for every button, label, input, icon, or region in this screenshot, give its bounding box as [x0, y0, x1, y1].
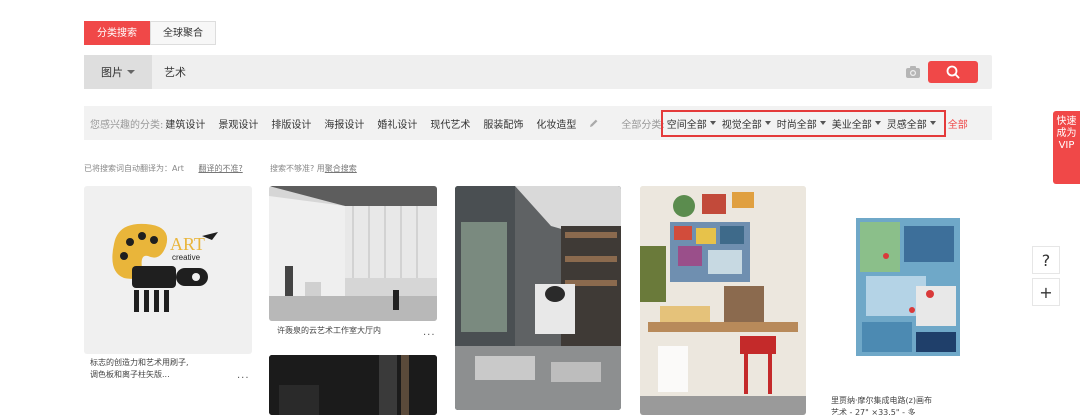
search-type-label: 图片	[101, 66, 123, 79]
all-categories-label: 全部分类:	[621, 119, 665, 131]
pencil-icon[interactable]	[589, 118, 599, 128]
category-link[interactable]: 海报设计	[324, 116, 364, 131]
category-link[interactable]: 排版设计	[271, 116, 311, 131]
result-caption: 许轰泉的云艺术工作室大厅内	[277, 325, 427, 337]
category-link[interactable]: 婚礼设计	[377, 116, 417, 131]
more-options-icon[interactable]: ...	[423, 327, 436, 338]
search-mode-tabs: 分类搜索 全球聚合	[84, 21, 216, 45]
add-icon[interactable]: +	[1032, 278, 1060, 306]
camera-icon[interactable]	[906, 66, 920, 78]
become-vip-button[interactable]: 快速成为VIP	[1053, 111, 1080, 184]
result-image-card[interactable]	[826, 186, 992, 391]
filter-fashion-dropdown[interactable]: 时尚全部	[777, 116, 826, 131]
help-icon[interactable]: ?	[1032, 246, 1060, 274]
category-link[interactable]: 景观设计	[218, 116, 258, 131]
logo-creative-text: creative	[172, 253, 201, 262]
chevron-down-icon	[709, 121, 716, 125]
dark-studio-image	[269, 355, 437, 415]
tab-category-search[interactable]: 分类搜索	[84, 21, 150, 45]
logo-art-text: ART	[170, 234, 205, 254]
result-caption: 标志的创造力和艺术用刷子, 调色板和离子柱矢版...	[90, 357, 240, 381]
chevron-down-icon	[127, 70, 135, 74]
filter-label: 空间全部	[666, 119, 707, 131]
filter-label: 时尚全部	[776, 119, 817, 131]
more-options-icon[interactable]: ...	[237, 370, 250, 381]
caption-line: 艺术 - 27" ×33.5" - 多	[831, 408, 916, 415]
all-filter-link[interactable]: 全部	[948, 116, 968, 131]
search-input[interactable]	[152, 55, 906, 89]
search-button[interactable]	[928, 61, 978, 83]
category-link[interactable]: 化妆造型	[536, 116, 576, 131]
search-bar: 图片	[84, 55, 992, 89]
caption-line: 许轰泉的云艺术工作室大厅内	[277, 326, 381, 335]
search-type-dropdown[interactable]: 图片	[84, 55, 152, 89]
category-filter-group: 空间全部 视觉全部 时尚全部 美业全部 灵感全部	[660, 109, 946, 137]
filter-label: 美业全部	[831, 119, 872, 131]
filter-inspiration-dropdown[interactable]: 灵感全部	[887, 116, 936, 131]
chevron-down-icon	[929, 121, 936, 125]
result-image-card[interactable]	[269, 355, 437, 415]
category-bar: 您感兴趣的分类: 建筑设计 景观设计 排版设计 海报设计 婚礼设计 现代艺术 服…	[84, 106, 992, 140]
aggregate-search-link[interactable]: 聚合搜索	[325, 164, 357, 173]
chevron-down-icon	[764, 121, 771, 125]
result-image-card[interactable]	[269, 186, 437, 321]
interest-category-label: 您感兴趣的分类:	[90, 119, 164, 131]
result-image-card[interactable]	[640, 186, 806, 415]
art-palette-logo-image: ART creative	[112, 223, 218, 312]
filter-label: 灵感全部	[886, 119, 927, 131]
filter-label: 视觉全部	[721, 119, 762, 131]
artist-studio-image	[455, 186, 621, 410]
accuracy-hint: 搜索不够准? 用聚合搜索	[270, 163, 357, 174]
filter-visual-dropdown[interactable]: 视觉全部	[722, 116, 771, 131]
chevron-down-icon	[819, 121, 826, 125]
caption-line: 里贾纳·摩尔集成电路(z)画布	[831, 396, 932, 405]
result-image-card[interactable]: ART creative	[84, 186, 252, 354]
abstract-painting-image	[856, 218, 960, 356]
translation-feedback-link[interactable]: 翻译的不准?	[198, 164, 242, 173]
filter-space-dropdown[interactable]: 空间全部	[667, 116, 716, 131]
result-caption: 里贾纳·摩尔集成电路(z)画布 艺术 - 27" ×33.5" - 多	[831, 395, 991, 415]
colorful-studio-image	[640, 186, 806, 415]
search-icon	[946, 65, 960, 79]
category-link[interactable]: 服装配饰	[483, 116, 523, 131]
accuracy-text: 搜索不够准? 用	[270, 164, 325, 173]
filter-beauty-dropdown[interactable]: 美业全部	[832, 116, 881, 131]
translation-hint: 已将搜索词自动翻译为：Art 翻译的不准?	[84, 163, 243, 174]
translation-text: 已将搜索词自动翻译为：Art	[84, 164, 184, 173]
tab-global-aggregate[interactable]: 全球聚合	[150, 21, 216, 45]
caption-line: 标志的创造力和艺术用刷子,	[90, 358, 189, 367]
studio-hall-image	[269, 186, 437, 321]
category-link[interactable]: 建筑设计	[165, 116, 205, 131]
chevron-down-icon	[874, 121, 881, 125]
caption-line: 调色板和离子柱矢版...	[90, 370, 170, 379]
category-link[interactable]: 现代艺术	[430, 116, 470, 131]
result-image-card[interactable]	[455, 186, 621, 410]
